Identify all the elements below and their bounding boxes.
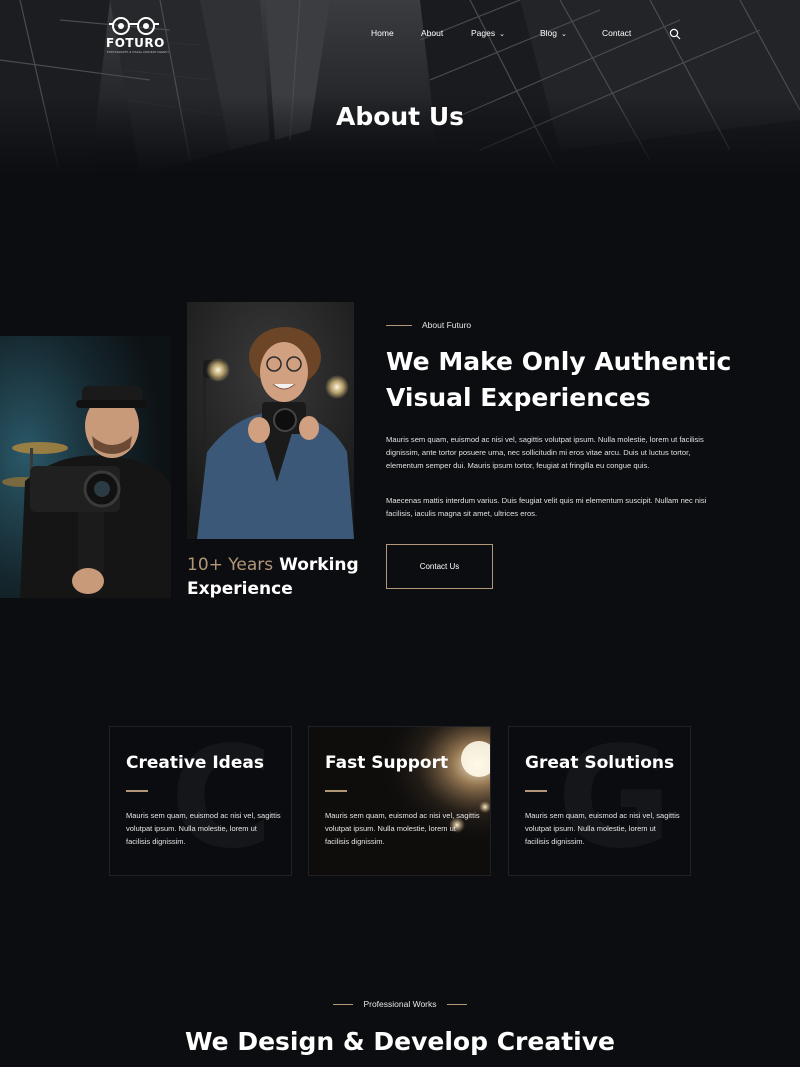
works-title: We Design & Develop Creative — [185, 1027, 615, 1056]
card-text: Mauris sem quam, euismod ac nisi vel, sa… — [126, 811, 281, 847]
nav-pages-label: Pages — [471, 28, 496, 38]
logo-tagline: PHOTOGRAPHY & VISUAL CONTENT AGENCY — [107, 51, 170, 54]
nav-pages[interactable]: Pages ⌄ — [471, 28, 505, 38]
contact-us-button[interactable]: Contact Us — [386, 544, 493, 589]
search-icon[interactable] — [669, 28, 681, 40]
photo-videographer — [0, 336, 171, 598]
about-title: We Make Only Authentic Visual Experience… — [386, 347, 732, 412]
kicker-line — [333, 1004, 354, 1006]
card-title: Great Solutions — [525, 753, 675, 773]
nav-contact-label: Contact — [602, 28, 632, 38]
kicker-line — [446, 1004, 467, 1006]
chevron-down-icon: ⌄ — [561, 31, 567, 38]
card-title: Fast Support — [325, 753, 449, 773]
nav-about-label: About — [421, 28, 444, 38]
card-divider — [325, 790, 347, 792]
card-background-photo — [309, 727, 490, 875]
about-paragraph-1: Mauris sem quam, euismod ac nisi vel, sa… — [386, 435, 704, 471]
about-kicker-label: About Futuro — [422, 320, 472, 330]
card-title: Creative Ideas — [126, 753, 264, 773]
feature-card-fast-support[interactable]: Fast Support Mauris sem quam, euismod ac… — [308, 726, 491, 876]
nav-contact[interactable]: Contact — [602, 28, 631, 38]
nav-blog-label: Blog — [540, 28, 558, 38]
card-divider — [525, 790, 547, 792]
photo-photographer — [187, 302, 354, 539]
page-title: About Us — [335, 102, 465, 131]
nav-home[interactable]: Home — [371, 28, 394, 38]
about-kicker: About Futuro — [386, 320, 471, 330]
nav-about[interactable]: About — [421, 28, 443, 38]
card-text: Mauris sem quam, euismod ac nisi vel, sa… — [525, 811, 680, 847]
card-divider — [126, 790, 148, 792]
works-kicker-label: Professional Works — [363, 999, 437, 1009]
feature-card-creative-ideas[interactable]: C Creative Ideas Mauris sem quam, euismo… — [109, 726, 292, 876]
chevron-down-icon: ⌄ — [499, 31, 505, 38]
experience-years: 10+ Years — [187, 555, 274, 575]
nav-blog[interactable]: Blog ⌄ — [540, 28, 567, 38]
nav-home-label: Home — [371, 28, 394, 38]
kicker-line — [386, 325, 412, 327]
about-paragraph-2: Maecenas mattis interdum varius. Duis fe… — [386, 496, 707, 519]
works-kicker: Professional Works — [0, 999, 800, 1009]
feature-card-great-solutions[interactable]: G Great Solutions Mauris sem quam, euism… — [508, 726, 691, 876]
card-text: Mauris sem quam, euismod ac nisi vel, sa… — [325, 811, 480, 847]
experience-caption: 10+ Years Working Experience — [187, 553, 387, 601]
